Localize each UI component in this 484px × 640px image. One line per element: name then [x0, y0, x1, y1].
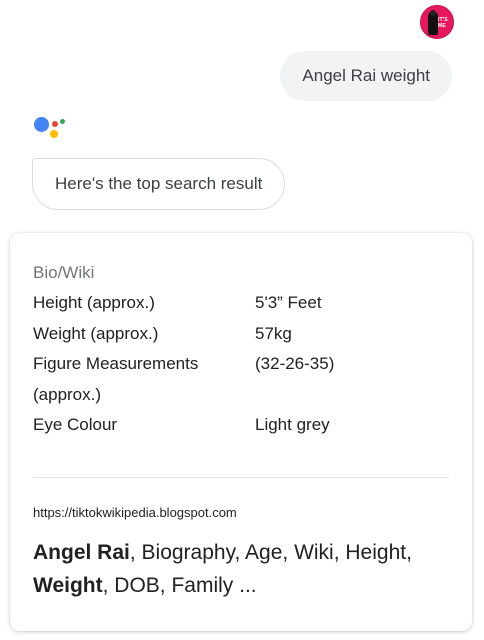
assistant-reply-bubble: Here's the top search result: [32, 158, 286, 210]
result-title-link[interactable]: Angel Rai, Biography, Age, Wiki, Height,…: [33, 536, 433, 602]
bio-info-table: Height (approx.) 5'3” Feet Weight (appro…: [33, 288, 453, 441]
info-row: Weight (approx.) 57kg: [33, 319, 453, 350]
assistant-dot-red: [52, 121, 58, 127]
info-row: (approx.): [33, 380, 453, 411]
info-label: (approx.): [33, 384, 102, 404]
assistant-dot-blue: [34, 117, 49, 132]
info-value: (32-26-35): [255, 354, 335, 373]
card-divider: [33, 477, 449, 478]
card-heading: Bio/Wiki: [33, 263, 95, 282]
info-value: 5'3” Feet: [255, 293, 322, 312]
title-bold-name: Angel Rai: [33, 541, 130, 564]
title-text: , Biography, Age, Wiki, Height,: [129, 541, 412, 564]
source-url[interactable]: https://tiktokwikipedia.blogspot.com: [33, 505, 237, 520]
info-value: Light grey: [255, 415, 330, 434]
title-bold-keyword: Weight: [33, 574, 103, 597]
title-text-end: , DOB, Family ...: [102, 574, 257, 597]
info-label: Height (approx.): [33, 293, 155, 312]
user-avatar[interactable]: IT'S ME: [420, 5, 454, 39]
assistant-reply-text: Here's the top search result: [55, 174, 263, 193]
google-assistant-icon: [32, 114, 68, 148]
avatar-label: IT'S ME: [438, 17, 448, 29]
assistant-conversation: IT'S ME Angel Rai weight Here's the top …: [0, 0, 484, 640]
info-label: Weight (approx.): [33, 323, 159, 343]
info-row: Eye Colour Light grey: [33, 410, 453, 441]
info-value: 57kg: [255, 323, 292, 343]
user-query-bubble[interactable]: Angel Rai weight: [280, 51, 452, 101]
info-label: Figure Measurements: [33, 354, 199, 373]
info-label: Eye Colour: [33, 415, 118, 434]
assistant-dot-green: [60, 119, 65, 124]
user-query-text: Angel Rai weight: [302, 66, 430, 85]
info-value: [255, 380, 453, 411]
info-row: Height (approx.) 5'3” Feet: [33, 288, 453, 319]
avatar-figure-icon: [428, 10, 438, 35]
info-row: Figure Measurements (32-26-35): [33, 349, 453, 380]
search-result-card[interactable]: Bio/Wiki Height (approx.) 5'3” Feet Weig…: [10, 233, 472, 631]
assistant-dot-yellow: [50, 130, 58, 138]
